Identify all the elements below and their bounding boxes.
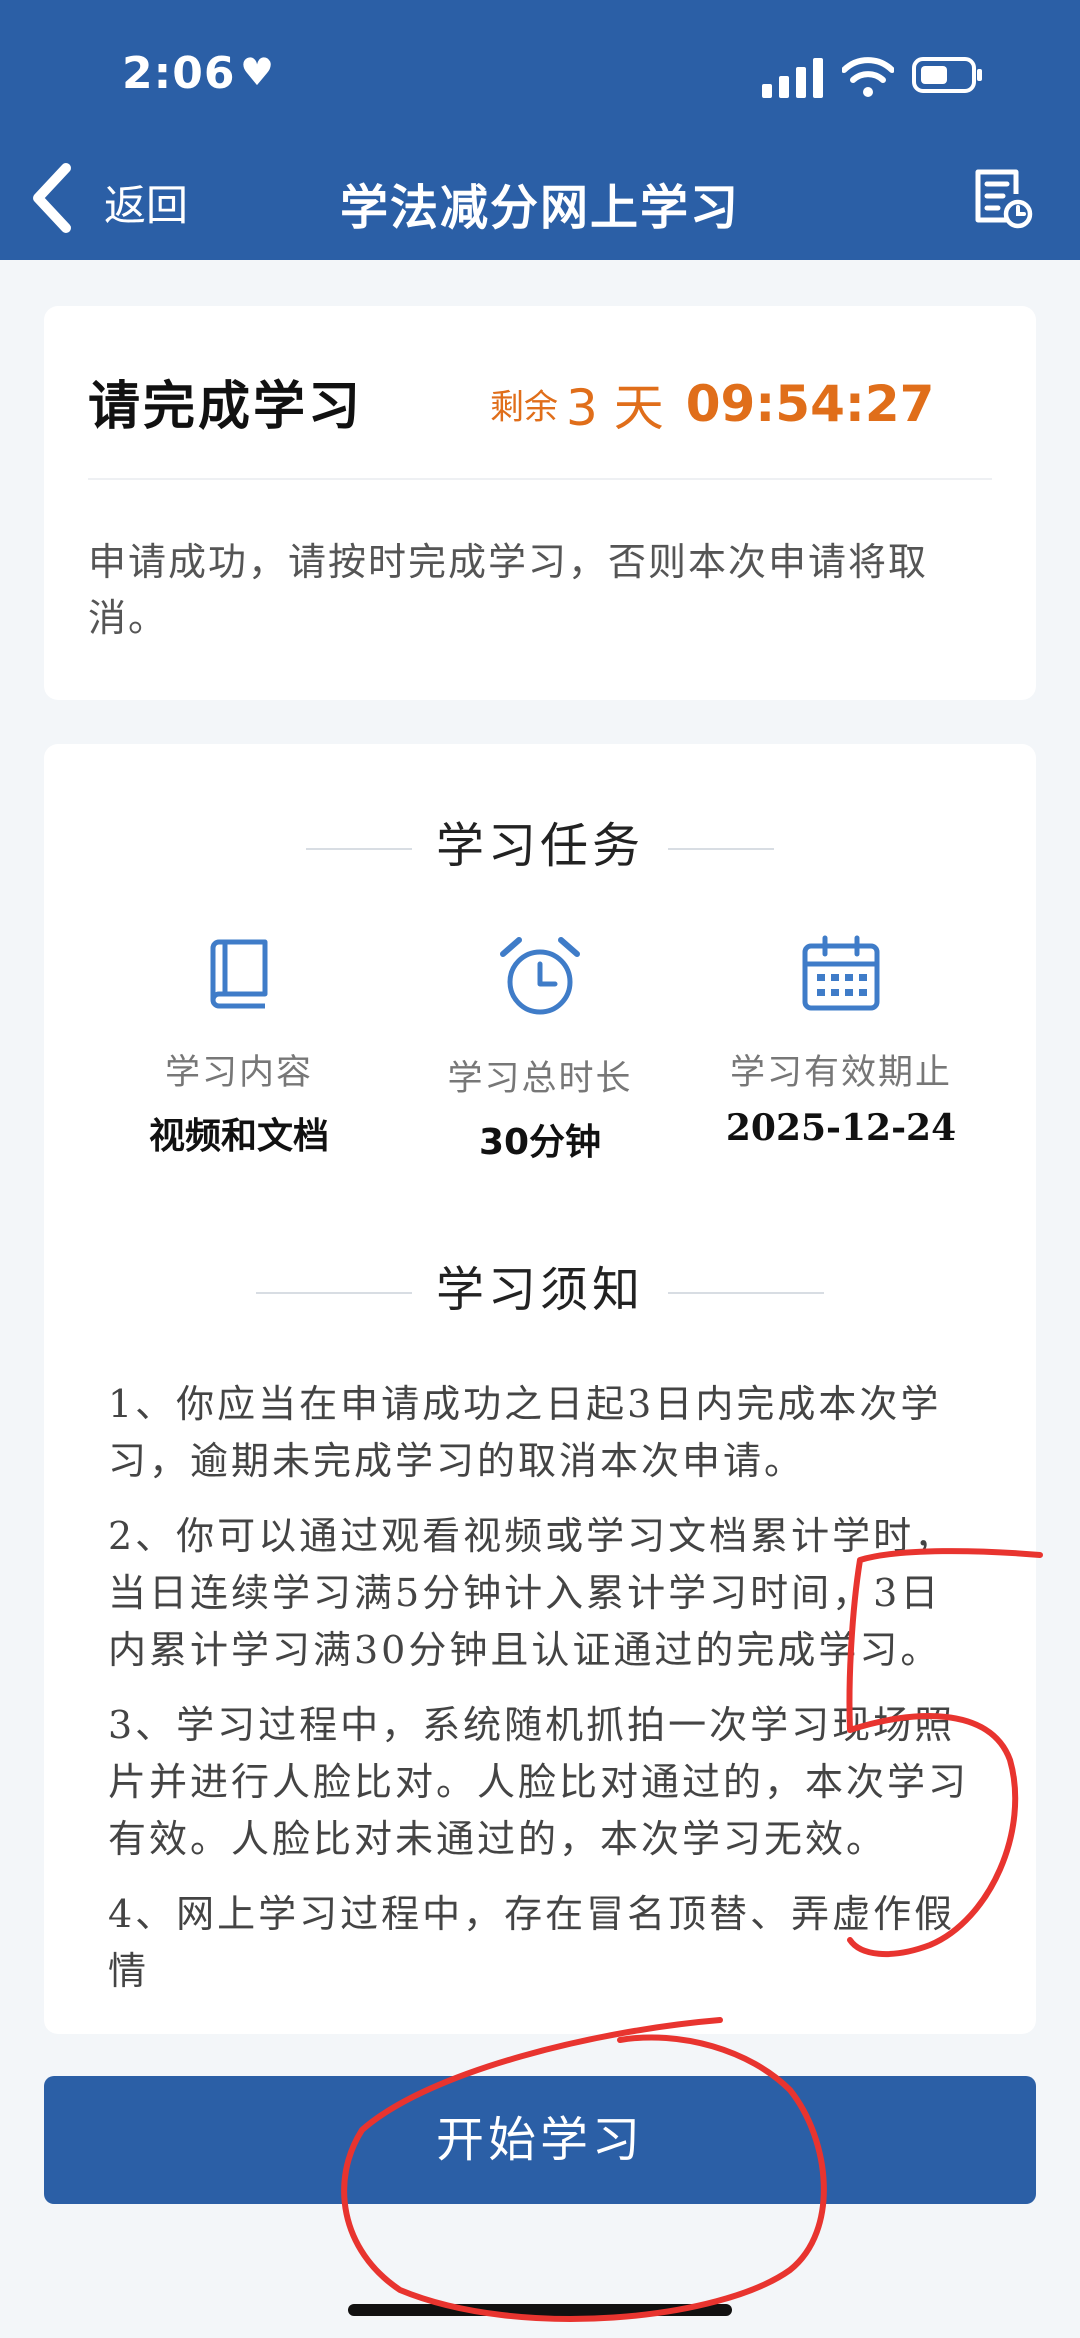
- notice-item: 1、你应当在申请成功之日起3日内完成本次学习，逾期未完成学习的取消本次申请。: [108, 1382, 942, 1483]
- countdown-days: 3 天: [566, 379, 664, 437]
- status-time: 2:06: [122, 48, 236, 99]
- notice-section-title: 学习须知: [44, 1250, 1036, 1320]
- task-value: 30分钟: [478, 1122, 602, 1163]
- task-item-deadline: 学习有效期止 2025-12-24: [676, 934, 1006, 1149]
- notice-item: 2、你可以通过观看视频或学习文档累计学时，当日连续学习满5分钟计入累计学习时间，…: [108, 1514, 956, 1672]
- home-indicator: [348, 2304, 732, 2316]
- countdown-timer: 剩余 3 天 09:54:27: [490, 368, 934, 440]
- title-line-right: [668, 1292, 824, 1294]
- document-history-icon[interactable]: [970, 166, 1034, 232]
- task-value: 视频和文档: [148, 1116, 329, 1157]
- navigation-bar: 返回 学法减分网上学习: [0, 150, 1080, 250]
- task-list: 学习内容 视频和文档 学习总时长 30分钟 学习有效期止 2025-12-24: [44, 934, 1036, 1163]
- task-label: 学习总时长: [447, 1059, 633, 1099]
- task-item-duration: 学习总时长 30分钟: [375, 934, 705, 1165]
- notice-item: 4、网上学习过程中，存在冒名顶替、弄虚作假情: [108, 1892, 956, 1993]
- title-line-right: [668, 848, 774, 850]
- divider: [88, 478, 992, 480]
- task-value: 2025-12-24: [725, 1107, 957, 1149]
- task-section-title: 学习任务: [44, 806, 1036, 876]
- wifi-icon: [842, 57, 894, 97]
- top-bar: 2:06 ♥ 返回 学法减分网上学习: [0, 0, 1080, 260]
- task-item-content: 学习内容 视频和文档: [74, 934, 404, 1159]
- title-line-left: [255, 1292, 412, 1294]
- page-title: 学法减分网上学习: [339, 180, 740, 236]
- notice-section-title-text: 学习须知: [435, 1262, 644, 1318]
- notice-list: 1、你应当在申请成功之日起3日内完成本次学习，逾期未完成学习的取消本次申请。 2…: [108, 1376, 976, 2018]
- book-icon: [210, 939, 268, 1009]
- alarm-clock-icon: [500, 937, 580, 1015]
- countdown-label: 剩余: [490, 387, 558, 428]
- battery-icon: [912, 57, 982, 93]
- countdown-time: 09:54:27: [685, 375, 935, 433]
- card-title: 请完成学习: [88, 377, 364, 437]
- task-section-title-text: 学习任务: [435, 818, 644, 874]
- calendar-icon: [802, 935, 880, 1011]
- cellular-signal-icon: [762, 58, 823, 98]
- task-label: 学习有效期止: [729, 1053, 952, 1093]
- study-info-card: 学习任务 学习内容 视频和文档 学习总时长 30分钟 学习有效期止 2025-1…: [44, 744, 1036, 2034]
- title-line-left: [305, 848, 412, 850]
- start-study-button[interactable]: 开始学习: [44, 2076, 1036, 2204]
- notice-item: 3、学习过程中，系统随机抓拍一次学习现场照片并进行人脸比对。人脸比对通过的，本次…: [108, 1703, 970, 1861]
- study-status-card: 请完成学习 剩余 3 天 09:54:27 申请成功，请按时完成学习，否则本次申请将…: [44, 306, 1036, 700]
- task-label: 学习内容: [164, 1053, 313, 1093]
- status-bar: 2:06 ♥: [0, 40, 1080, 110]
- heart-icon: ♥: [240, 50, 275, 94]
- status-message: 申请成功，请按时完成学习，否则本次申请将取消。: [88, 540, 929, 640]
